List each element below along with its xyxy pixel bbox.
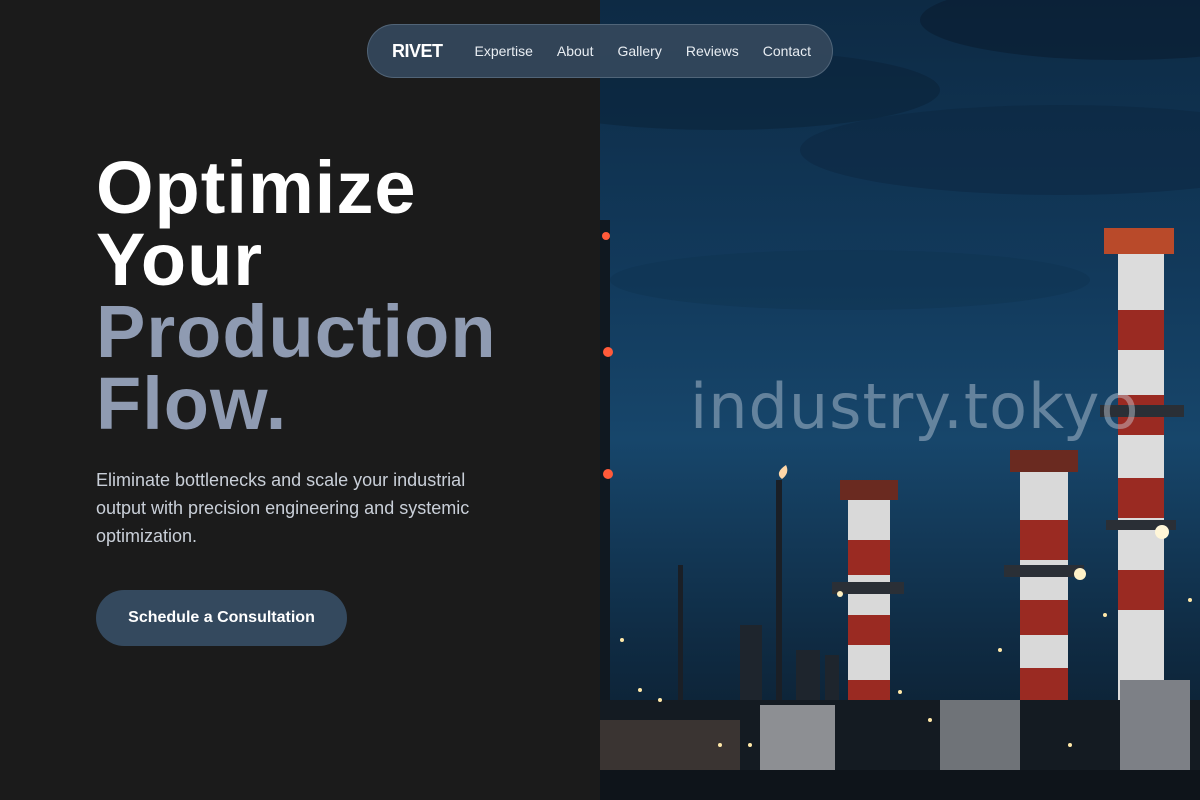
hero-title-line-4: Flow. bbox=[96, 362, 288, 445]
hero-subtitle: Eliminate bottlenecks and scale your ind… bbox=[96, 470, 470, 546]
brand-logo[interactable]: RIVET bbox=[392, 41, 443, 62]
nav-link-reviews[interactable]: Reviews bbox=[686, 43, 739, 59]
image-watermark: industry.tokyo bbox=[690, 370, 1140, 443]
schedule-consultation-button[interactable]: Schedule a Consultation bbox=[96, 590, 347, 646]
hero-title: Optimize Your Production Flow. bbox=[96, 146, 497, 445]
nav-links: Expertise About Gallery Reviews Contact bbox=[475, 43, 811, 59]
chimney-3 bbox=[1100, 228, 1184, 720]
nav-link-expertise[interactable]: Expertise bbox=[475, 43, 533, 59]
page: industry.tokyo RIVET Expertise About Gal… bbox=[0, 0, 1200, 800]
nav-link-gallery[interactable]: Gallery bbox=[617, 43, 661, 59]
hero-title-line-1: Optimize bbox=[96, 146, 417, 229]
top-navigation: RIVET Expertise About Gallery Reviews Co… bbox=[367, 24, 833, 78]
nav-link-contact[interactable]: Contact bbox=[763, 43, 811, 59]
hero-title-line-2: Your bbox=[96, 218, 264, 301]
nav-link-about[interactable]: About bbox=[557, 43, 594, 59]
hero-title-line-3: Production bbox=[96, 290, 497, 373]
chimney-1 bbox=[832, 480, 904, 735]
